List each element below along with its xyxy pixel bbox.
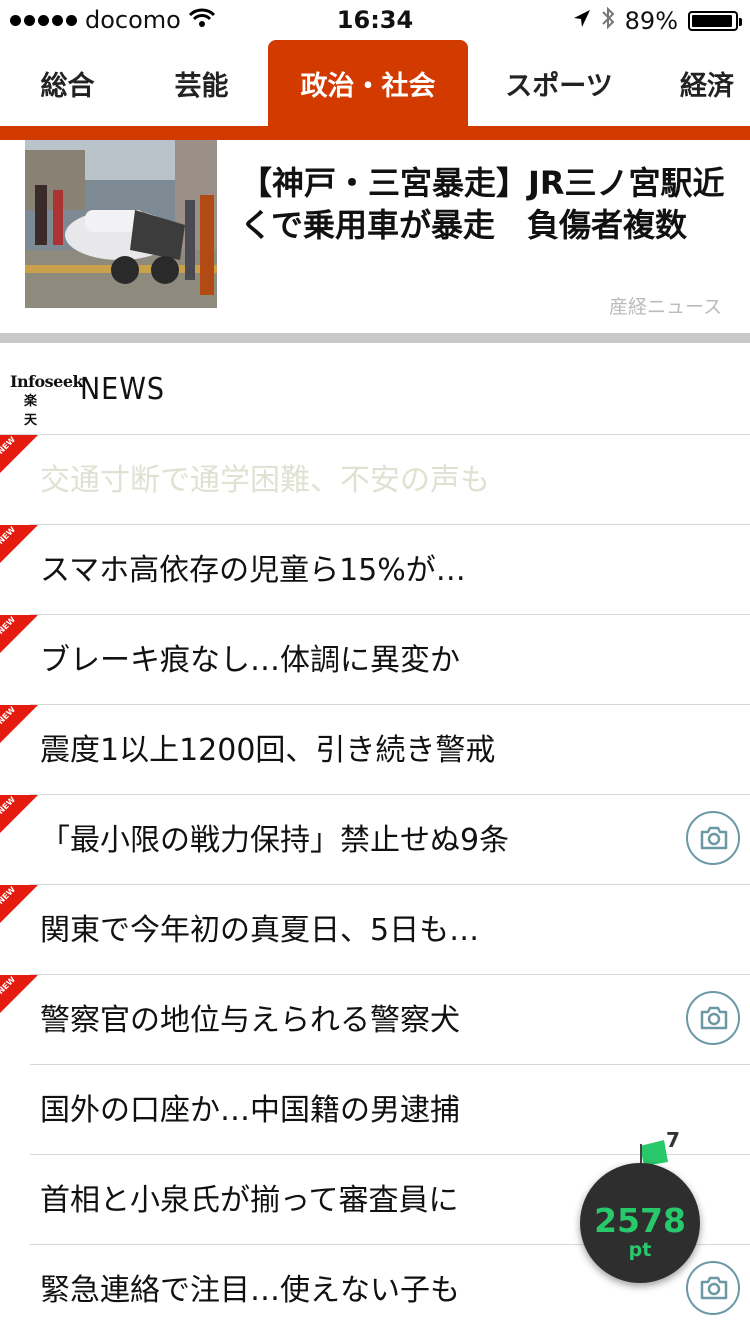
tab-politics-society[interactable]: 政治・社会 [268, 40, 468, 126]
news-title: ブレーキ痕なし…体調に異変か [40, 643, 460, 678]
news-list-item[interactable]: NEW 震度1以上1200回、引き続き警戒 [0, 704, 750, 794]
points-button[interactable]: 2578 pt [580, 1163, 700, 1283]
news-list-item[interactable]: NEW ブレーキ痕なし…体調に異変か [0, 614, 750, 704]
location-arrow-icon [573, 7, 591, 35]
logo-sub: 楽天 [24, 394, 38, 428]
news-title: 国外の口座か…中国籍の男逮捕 [40, 1093, 460, 1128]
news-list-item[interactable]: NEW 警察官の地位与えられる警察犬 [0, 974, 750, 1064]
featured-article[interactable]: 【神戸・三宮暴走】JR三ノ宮駅近くで乗用車が暴走 負傷者複数 産経ニュース [0, 140, 750, 330]
news-title: 緊急連絡で注目…使えない子も [40, 1273, 460, 1308]
new-badge-label: NEW [0, 435, 18, 457]
tab-underline [0, 126, 750, 140]
featured-article-thumbnail [25, 140, 217, 308]
news-list-item[interactable]: NEW スマホ高依存の児童ら15%が… [0, 524, 750, 614]
points-unit: pt [628, 1239, 652, 1261]
tab-sports[interactable]: スポーツ [468, 40, 650, 126]
news-list-item[interactable]: NEW 関東で今年初の真夏日、5日も… [0, 884, 750, 974]
camera-icon [686, 811, 740, 865]
new-badge: NEW [0, 525, 38, 563]
camera-icon [686, 1261, 740, 1315]
news-title: スマホ高依存の児童ら15%が… [40, 553, 466, 588]
new-badge-label: NEW [0, 525, 18, 547]
new-badge: NEW [0, 975, 38, 1013]
status-bar: docomo 16:34 89% [0, 0, 750, 40]
new-badge-label: NEW [0, 975, 18, 997]
new-badge-label: NEW [0, 615, 18, 637]
news-title: 交通寸断で通学困難、不安の声も [40, 463, 490, 498]
section-divider [0, 333, 750, 343]
featured-article-source: 産経ニュース [608, 296, 722, 318]
category-tabs: 総合 芸能 政治・社会 スポーツ 経済 [0, 40, 750, 126]
news-title: 首相と小泉氏が揃って審査員に [40, 1183, 459, 1218]
news-title: 警察官の地位与えられる警察犬 [40, 1003, 460, 1038]
tab-economy[interactable]: 経済 [680, 40, 750, 126]
new-badge-label: NEW [0, 795, 18, 817]
news-list-item[interactable]: NEW 交通寸断で通学困難、不安の声も [0, 434, 750, 524]
battery-icon [688, 11, 742, 31]
tab-entertainment[interactable]: 芸能 [135, 40, 268, 126]
bluetooth-icon [601, 6, 615, 36]
logo-brand: Infoseek [10, 372, 84, 391]
logo-news: NEWS [80, 372, 166, 407]
new-badge: NEW [0, 885, 38, 923]
tab-general[interactable]: 総合 [0, 40, 135, 126]
battery-percent: 89% [624, 7, 678, 35]
points-value: 2578 [594, 1201, 686, 1240]
new-badge: NEW [0, 615, 38, 653]
featured-article-headline: 【神戸・三宮暴走】JR三ノ宮駅近くで乗用車が暴走 負傷者複数 [240, 164, 725, 244]
new-badge-label: NEW [0, 705, 18, 727]
new-badge-label: NEW [0, 885, 18, 907]
new-badge: NEW [0, 705, 38, 743]
camera-icon [686, 991, 740, 1045]
news-title: 震度1以上1200回、引き続き警戒 [40, 733, 496, 768]
new-badge: NEW [0, 795, 38, 833]
news-title: 「最小限の戦力保持」禁止せぬ9条 [40, 823, 510, 858]
news-list-item[interactable]: NEW 「最小限の戦力保持」禁止せぬ9条 [0, 794, 750, 884]
new-badge: NEW [0, 435, 38, 473]
news-title: 関東で今年初の真夏日、5日も… [40, 913, 480, 948]
points-badge-count: 7 [666, 1128, 680, 1152]
